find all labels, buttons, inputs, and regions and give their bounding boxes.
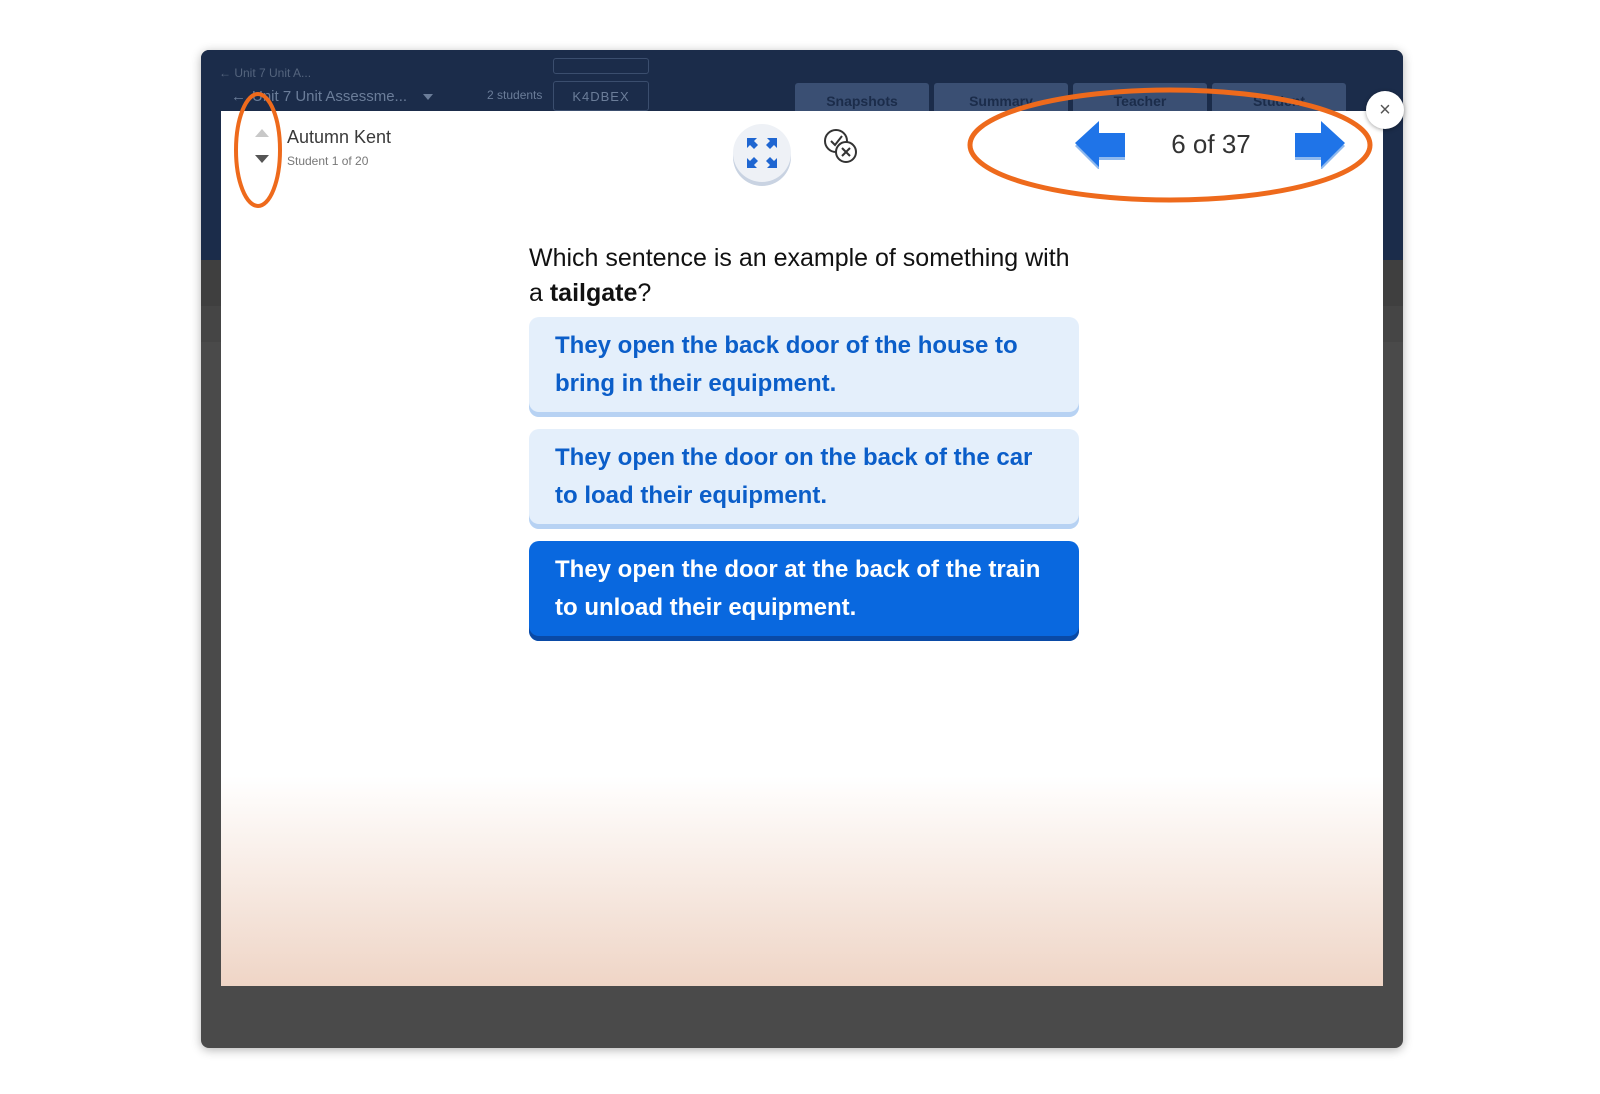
expand-button[interactable] (733, 124, 791, 182)
left-arrow-icon[interactable] (1071, 117, 1129, 169)
breadcrumb[interactable]: ← Unit 7 Unit A... (219, 66, 311, 80)
back-arrow-icon[interactable]: ← (231, 88, 246, 105)
assessment-title: Unit 7 Unit Assessme... (252, 88, 408, 105)
right-arrow-icon[interactable] (1291, 117, 1349, 169)
answer-choice-1[interactable]: They open the back door of the house to … (529, 317, 1079, 417)
close-button[interactable]: × (1366, 91, 1404, 129)
class-code-top (553, 58, 649, 74)
assessment-selector[interactable]: ← Unit 7 Unit Assessme... (231, 88, 434, 105)
class-code-badge[interactable]: K4DBEX (553, 81, 649, 111)
check-x-toggle-icon[interactable] (821, 127, 861, 167)
student-name: Autumn Kent (287, 127, 392, 147)
answer-choice-3-selected[interactable]: They open the door at the back of the tr… (529, 541, 1079, 641)
students-count: 2 students (487, 88, 543, 102)
previous-student-icon[interactable] (255, 129, 269, 137)
answer-choice-2[interactable]: They open the door on the back of the ca… (529, 429, 1079, 529)
question-punctuation: ? (637, 279, 652, 307)
question-keyword: tailgate (549, 279, 638, 307)
student-switcher (254, 129, 270, 169)
question-prompt: Which sentence is an example of somethin… (529, 241, 1089, 311)
question-counter: 6 of 37 (1171, 129, 1251, 159)
question-viewer-modal: Autumn Kent Student 1 of 20 6 of 37 Whic… (221, 111, 1383, 986)
expand-arrows-icon (747, 138, 777, 168)
next-student-icon[interactable] (255, 155, 269, 163)
chevron-down-icon[interactable] (423, 93, 434, 100)
student-position: Student 1 of 20 (287, 154, 369, 168)
